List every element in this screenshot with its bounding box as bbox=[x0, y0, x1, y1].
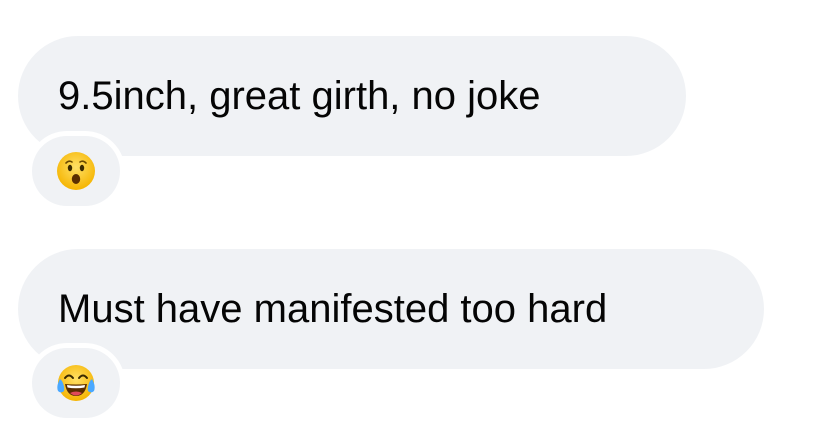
message-bubble[interactable]: Must have manifested too hard bbox=[18, 249, 764, 369]
message-reaction[interactable] bbox=[32, 348, 120, 418]
message-text: 9.5inch, great girth, no joke bbox=[58, 74, 541, 118]
message-bubble[interactable]: 9.5inch, great girth, no joke bbox=[18, 36, 686, 156]
astonished-face-icon bbox=[57, 152, 95, 190]
message-reaction[interactable] bbox=[32, 136, 120, 206]
message-text: Must have manifested too hard bbox=[58, 287, 608, 331]
message-thread: 9.5inch, great girth, no joke Must have … bbox=[0, 0, 822, 433]
face-with-tears-of-joy-icon bbox=[57, 365, 95, 401]
